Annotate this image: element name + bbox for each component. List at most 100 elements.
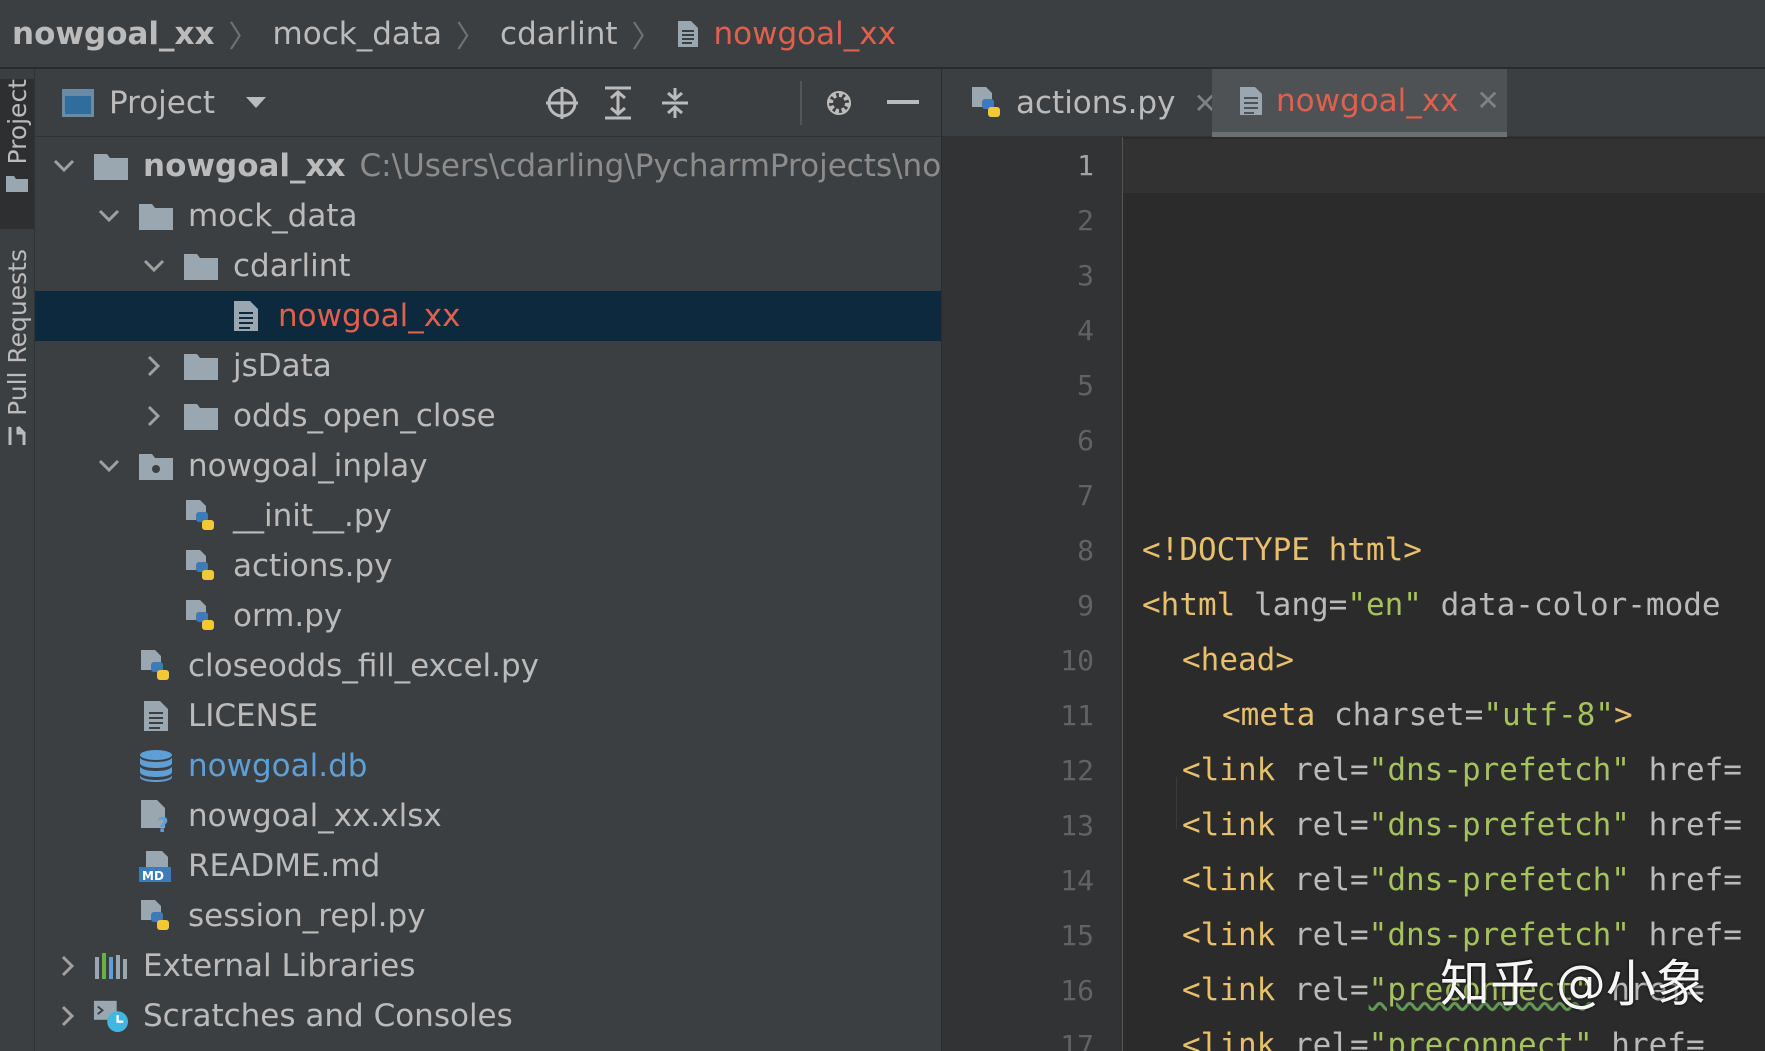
tree-row-orm-py[interactable]: orm.py	[35, 591, 941, 641]
line-number: 5	[1077, 369, 1094, 402]
chevron-down-icon[interactable]	[96, 203, 122, 229]
expand-all-icon[interactable]	[598, 83, 638, 123]
chevron-down-icon[interactable]	[96, 453, 122, 479]
python-file-icon	[138, 898, 174, 934]
gear-icon[interactable]	[819, 83, 859, 123]
code-line-8: <!DOCTYPE html>	[1142, 532, 1422, 568]
unknown-file-icon: ?	[138, 798, 174, 834]
python-file-icon	[970, 85, 1004, 121]
project-tool-tab[interactable]: Project	[0, 79, 34, 229]
tree-row-init-py[interactable]: __init__.py	[35, 491, 941, 541]
package-folder-icon	[138, 448, 174, 484]
chevron-down-icon[interactable]	[141, 253, 167, 279]
project-tree: nowgoal_xx C:\Users\cdarling\PycharmProje…	[35, 141, 941, 1041]
code-token: <link	[1182, 752, 1276, 788]
code-token: <link	[1182, 1027, 1276, 1051]
chevron-down-icon[interactable]	[51, 153, 77, 179]
tree-row-license[interactable]: LICENSE	[35, 691, 941, 741]
code-token: rel=	[1275, 1027, 1369, 1051]
tree-row-readme-md[interactable]: MD README.md	[35, 841, 941, 891]
toolbar-divider	[800, 81, 802, 125]
watermark: 知乎 @小象	[1440, 955, 1706, 1013]
breadcrumb: nowgoal_xx 〉 mock_data 〉 cdarlint 〉 nowg…	[0, 0, 1765, 68]
tree-row-actions-py[interactable]: actions.py	[35, 541, 941, 591]
hide-panel-icon[interactable]	[883, 83, 923, 123]
line-number: 11	[1060, 699, 1094, 732]
code-token: rel=	[1275, 862, 1369, 898]
tree-label: session_repl.py	[188, 898, 426, 934]
folder-icon	[183, 248, 219, 284]
breadcrumb-item-mock-data[interactable]: mock_data	[273, 16, 443, 52]
tree-label: closeodds_fill_excel.py	[188, 648, 540, 684]
code-token: rel=	[1275, 917, 1369, 953]
line-number: 2	[1077, 204, 1094, 237]
code-token: rel=	[1275, 752, 1369, 788]
tree-row-odds-open-close[interactable]: odds_open_close	[35, 391, 941, 441]
collapse-all-icon[interactable]	[655, 83, 695, 123]
project-panel: Project nowgoal_xx C:\Users\cdarling\Pych…	[35, 69, 941, 1051]
code-token: <html	[1142, 587, 1236, 623]
editor-area: actions.py ✕ nowgoal_xx ✕ 1 2 3 4 5 6 7 …	[942, 69, 1765, 1051]
code-token: <link	[1182, 917, 1276, 953]
text-file-icon	[1238, 85, 1264, 117]
code-token: rel=	[1275, 972, 1369, 1008]
python-file-icon	[183, 548, 219, 584]
indent-guide	[1176, 777, 1177, 829]
folder-icon	[5, 173, 29, 197]
code-token: charset=	[1315, 697, 1484, 733]
breadcrumb-item-file[interactable]: nowgoal_xx	[714, 16, 896, 52]
chevron-right-icon[interactable]	[141, 403, 167, 429]
close-icon[interactable]: ✕	[1476, 84, 1499, 117]
code-line-11: <meta charset="utf-8">	[1222, 697, 1633, 733]
code-line-9: <html lang="en" data-color-mode	[1142, 587, 1721, 623]
code-token: <link	[1182, 862, 1276, 898]
line-number: 1	[1077, 149, 1094, 182]
project-tool-label: Project	[2, 79, 32, 165]
project-view-title[interactable]: Project	[109, 85, 215, 121]
code-token: href=	[1629, 807, 1742, 843]
tree-label: odds_open_close	[233, 398, 496, 434]
tree-row-nowgoal-xx-xlsx[interactable]: ? nowgoal_xx.xlsx	[35, 791, 941, 841]
tree-row-nowgoal-db[interactable]: nowgoal.db	[35, 741, 941, 791]
tree-label: README.md	[188, 848, 381, 884]
code-token: <!DOCTYPE html>	[1142, 532, 1422, 568]
breadcrumb-separator: 〉	[456, 19, 487, 55]
svg-text:?: ?	[157, 813, 169, 834]
tree-row-nowgoal-xx-file[interactable]: nowgoal_xx	[35, 291, 941, 341]
breadcrumb-item-project[interactable]: nowgoal_xx	[12, 16, 215, 52]
pull-requests-label: Pull Requests	[2, 249, 32, 416]
tool-window-strip: Project Pull Requests	[0, 69, 35, 1051]
tree-row-jsdata[interactable]: jsData	[35, 341, 941, 391]
pull-requests-tool-tab[interactable]: Pull Requests	[0, 249, 34, 479]
svg-text:MD: MD	[142, 869, 164, 883]
code-line-13: <link rel="dns-prefetch" href=	[1182, 807, 1742, 843]
tree-label: LICENSE	[188, 698, 319, 734]
chevron-right-icon[interactable]	[55, 1003, 81, 1029]
project-view-icon	[61, 88, 95, 118]
python-file-icon	[183, 498, 219, 534]
breadcrumb-item-cdarlint[interactable]: cdarlint	[500, 16, 618, 52]
pull-request-icon	[5, 424, 29, 452]
markdown-file-icon: MD	[138, 848, 174, 884]
breadcrumb-separator: 〉	[631, 19, 662, 55]
code-token: href=	[1629, 752, 1742, 788]
tree-row-session-repl-py[interactable]: session_repl.py	[35, 891, 941, 941]
tree-row-cdarlint[interactable]: cdarlint	[35, 241, 941, 291]
tree-row-external-libraries[interactable]: External Libraries	[35, 941, 941, 991]
chevron-down-icon[interactable]	[245, 96, 267, 110]
tree-row-scratches-consoles[interactable]: Scratches and Consoles	[35, 991, 941, 1041]
tree-row-root[interactable]: nowgoal_xx C:\Users\cdarling\PycharmProje…	[35, 141, 941, 191]
locate-file-icon[interactable]	[542, 83, 582, 123]
code-token: >	[1613, 697, 1633, 733]
chevron-right-icon[interactable]	[55, 953, 81, 979]
tree-row-closeodds-fill-excel[interactable]: closeodds_fill_excel.py	[35, 641, 941, 691]
tree-row-nowgoal-inplay[interactable]: nowgoal_inplay	[35, 441, 941, 491]
tab-actions-py[interactable]: actions.py ✕	[942, 69, 1217, 137]
tab-label: actions.py	[1016, 85, 1176, 121]
folder-icon	[183, 348, 219, 384]
chevron-right-icon[interactable]	[141, 353, 167, 379]
tree-row-mock-data[interactable]: mock_data	[35, 191, 941, 241]
tab-nowgoal-xx[interactable]: nowgoal_xx ✕	[1212, 69, 1507, 137]
tree-label: External Libraries	[143, 948, 416, 984]
code-token: "dns-prefetch"	[1368, 862, 1630, 898]
